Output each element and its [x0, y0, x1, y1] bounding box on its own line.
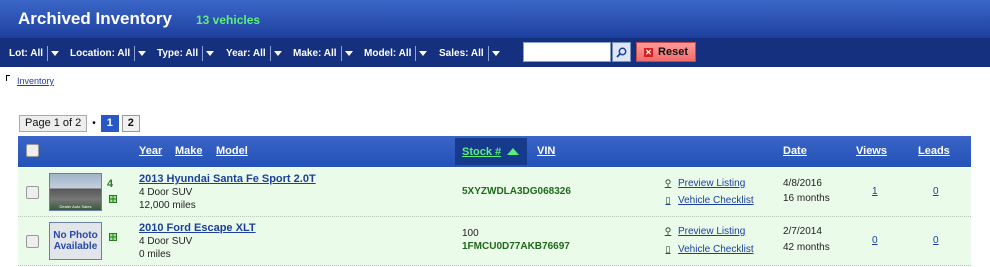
vehicle-checklist-link[interactable]: ▯ Vehicle Checklist: [663, 195, 754, 206]
breadcrumb-corner-icon: [6, 75, 10, 81]
vehicle-thumbnail[interactable]: Dealer Auto Sales: [49, 173, 102, 211]
chevron-down-icon: [51, 51, 60, 56]
row-checkbox[interactable]: [26, 186, 39, 199]
preview-listing-link[interactable]: ⚲ Preview Listing: [663, 226, 746, 237]
vehicle-title-link[interactable]: 2013 Hyundai Santa Fe Sport 2.0T: [139, 173, 316, 185]
sort-vin[interactable]: VIN: [537, 145, 555, 157]
vehicle-count: 13 vehicles: [196, 13, 261, 27]
vehicle-miles: 12,000 miles: [139, 200, 196, 211]
reset-button[interactable]: ✕ Reset: [636, 42, 696, 62]
magnifier-icon: [616, 47, 627, 58]
chevron-down-icon: [344, 51, 353, 56]
listing-age: 16 months: [783, 193, 830, 204]
thumbnail-caption: Dealer Auto Sales: [59, 204, 92, 209]
magnifier-icon: ⚲: [664, 226, 672, 236]
filter-make[interactable]: Make: All: [293, 46, 353, 61]
table-row: Dealer Auto Sales 4 2013 Hyundai Santa F…: [18, 168, 971, 217]
vehicle-checklist-link[interactable]: ▯ Vehicle Checklist: [663, 244, 754, 255]
listing-date: 2/7/2014: [783, 226, 822, 237]
sort-year[interactable]: Year: [139, 145, 162, 157]
search-button[interactable]: [612, 42, 631, 62]
select-all-checkbox[interactable]: [26, 144, 39, 157]
grid-icon[interactable]: [109, 195, 117, 203]
chevron-down-icon: [491, 51, 500, 56]
chevron-down-icon: [138, 51, 147, 56]
sort-make[interactable]: Make: [175, 145, 203, 157]
filter-lot[interactable]: Lot: All: [9, 46, 60, 61]
no-photo-placeholder[interactable]: No Photo Available: [49, 222, 102, 260]
filter-bar: Lot: All Location: All Type: All Year: A…: [0, 38, 990, 67]
sort-leads[interactable]: Leads: [918, 145, 950, 157]
pagination: Page 1 of 2 • 1 2: [19, 115, 143, 132]
filter-sales[interactable]: Sales: All: [439, 46, 500, 61]
breadcrumb-inventory[interactable]: Inventory: [17, 76, 54, 86]
chevron-down-icon: [419, 51, 428, 56]
magnifier-icon: ⚲: [664, 178, 672, 188]
listing-age: 42 months: [783, 242, 830, 253]
clipboard-icon: ▯: [665, 195, 671, 205]
preview-listing-link[interactable]: ⚲ Preview Listing: [663, 178, 746, 189]
sort-model[interactable]: Model: [216, 145, 248, 157]
views-link[interactable]: 0: [872, 235, 878, 246]
page-1-button[interactable]: 1: [100, 115, 119, 132]
views-link[interactable]: 1: [872, 186, 878, 197]
vehicle-vin: 1FMCU0D77AKB76697: [462, 241, 570, 252]
page-header: Archived Inventory 13 vehicles: [0, 0, 990, 38]
sort-date[interactable]: Date: [783, 145, 807, 157]
row-checkbox[interactable]: [26, 235, 39, 248]
page-2-button[interactable]: 2: [121, 115, 140, 132]
filter-type[interactable]: Type: All: [157, 46, 215, 61]
vehicle-body: 4 Door SUV: [139, 236, 193, 247]
table-header: Year Make Model Stock # VIN Date Views L…: [18, 136, 971, 167]
vehicle-title-link[interactable]: 2010 Ford Escape XLT: [139, 222, 256, 234]
leads-link[interactable]: 0: [933, 235, 939, 246]
listing-date: 4/8/2016: [783, 178, 822, 189]
table-row: No Photo Available 2010 Ford Escape XLT …: [18, 217, 971, 266]
search-input[interactable]: [523, 42, 611, 62]
reset-label: Reset: [658, 46, 688, 58]
vehicle-body: 4 Door SUV: [139, 187, 193, 198]
photo-count: 4: [107, 178, 114, 190]
sort-stock[interactable]: Stock #: [455, 138, 527, 165]
chevron-down-icon: [206, 51, 215, 56]
x-icon: ✕: [644, 47, 654, 57]
filter-location[interactable]: Location: All: [70, 46, 147, 61]
grid-icon[interactable]: [109, 233, 117, 241]
clipboard-icon: ▯: [665, 244, 671, 254]
chevron-down-icon: [273, 51, 282, 56]
filter-year[interactable]: Year: All: [226, 46, 282, 61]
filter-model[interactable]: Model: All: [364, 46, 428, 61]
page-info: Page 1 of 2: [19, 115, 88, 132]
vehicle-miles: 0 miles: [139, 249, 171, 260]
pager-separator: •: [92, 118, 96, 129]
stock-number: 100: [462, 228, 479, 239]
sort-views[interactable]: Views: [856, 145, 887, 157]
page-title: Archived Inventory: [18, 9, 172, 28]
leads-link[interactable]: 0: [933, 186, 939, 197]
vehicle-vin: 5XYZWDLA3DG068326: [462, 186, 571, 197]
sort-ascending-icon: [507, 148, 520, 155]
